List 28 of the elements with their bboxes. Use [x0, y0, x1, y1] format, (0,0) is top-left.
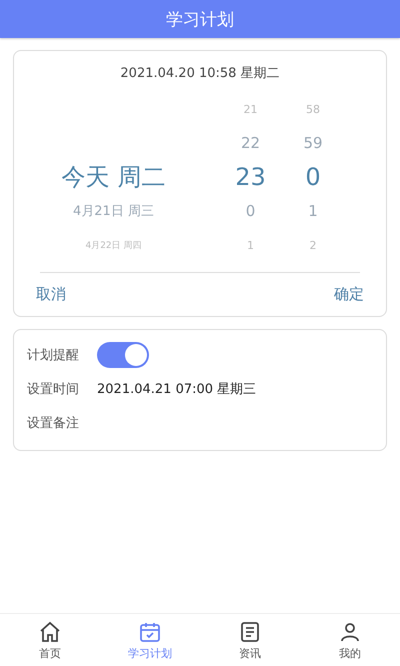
document-icon [238, 620, 262, 644]
home-icon [38, 620, 62, 644]
picker-option[interactable]: 23 [235, 163, 266, 191]
picker-option[interactable]: 0 [305, 163, 321, 191]
picker-option[interactable]: 4月21日 周三 [73, 202, 154, 220]
picker-option[interactable]: 1 [247, 238, 254, 252]
current-time: 2021.04.20 10:58 星期二 [119, 65, 281, 82]
setting-value[interactable]: 2021.04.21 07:00 星期三 [97, 380, 256, 398]
tab-item[interactable]: 首页 [0, 614, 100, 666]
confirm-button[interactable]: 确定 [334, 285, 364, 304]
picker-option[interactable]: 1 [308, 202, 318, 220]
picker-option[interactable]: 21 [244, 102, 258, 116]
picker-option[interactable]: 4月22日 周四 [85, 238, 142, 252]
picker-option[interactable]: 59 [303, 134, 323, 152]
picker-option[interactable]: 2 [310, 238, 316, 252]
tab-item[interactable]: 我的 [300, 614, 400, 666]
picker-option[interactable]: 今天 周二 [62, 161, 166, 193]
setting-label: 设置备注 [27, 415, 79, 432]
tab-item[interactable]: 资讯 [200, 614, 300, 666]
cancel-button[interactable]: 取消 [36, 285, 66, 304]
setting-label: 设置时间 [27, 381, 79, 398]
tab-item[interactable]: 学习计划 [100, 614, 200, 666]
reminder-toggle[interactable] [97, 342, 149, 368]
picker-option[interactable]: 22 [240, 134, 260, 152]
picker-option[interactable]: 0 [246, 202, 256, 220]
page-title: 学习计划 [166, 8, 234, 30]
setting-label: 计划提醒 [27, 347, 79, 364]
picker-option[interactable]: 58 [306, 102, 320, 116]
